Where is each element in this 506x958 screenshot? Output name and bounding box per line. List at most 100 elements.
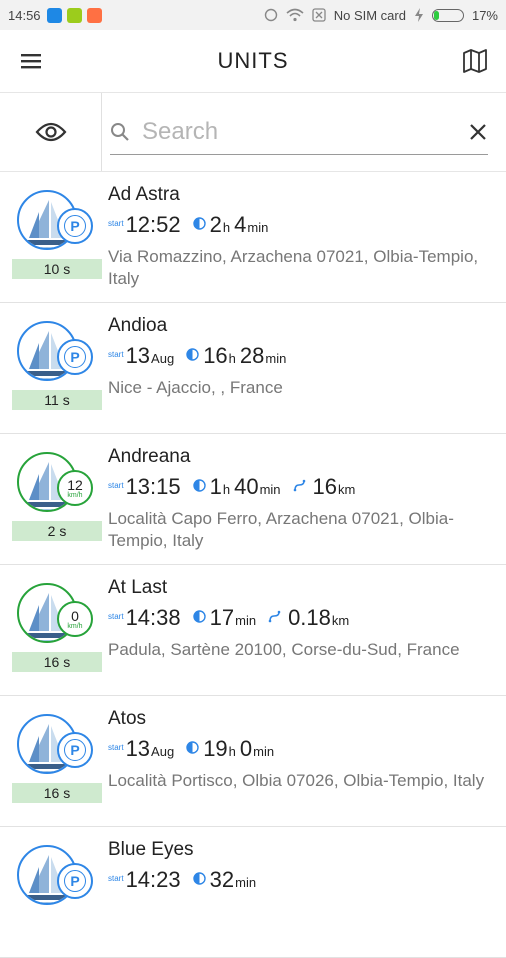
duration-unit: h [222,482,231,497]
unit-metrics: start 13 Aug 19 h 0 min [108,736,496,768]
unit-address: Località Portisco, Olbia 07026, Olbia-Te… [108,771,485,790]
parked-icon: P [64,739,86,761]
parked-icon: P [64,346,86,368]
unit-info: Andioa start 13 Aug 16 h 28 min Nice - Ajaccio… [108,315,496,399]
unit-info: Atos start 13 Aug 19 h 0 min Località Portisco… [108,708,496,792]
visibility-toggle-button[interactable] [0,93,102,171]
duration-value: 0 [239,736,253,761]
unit-info: Andreana start 13:15 1 h 40 min 16 km Località … [108,446,496,552]
status-time: 14:56 [8,7,41,23]
map-icon [463,49,487,73]
clock-icon [192,217,206,230]
unit-metrics: start 12:52 2 h 4 min [108,212,496,244]
start-unit: Aug [151,351,175,366]
start-value: 14:38 [125,605,181,630]
map-button[interactable] [444,30,506,92]
clock-icon [192,610,206,623]
distance-unit: km [331,613,350,628]
unit-name: Andreana [108,446,191,467]
notification-app-icon [86,7,102,23]
speed-value: 12 [67,476,83,493]
unit-name: Andioa [108,315,168,336]
unit-address: Nice - Ajaccio, , France [108,378,283,397]
duration-unit: min [235,613,257,628]
parked-icon: P [64,870,86,892]
unit-list-item[interactable]: 0 km/h 16 s At Last start 14:38 17 min 0.18 km… [0,565,506,696]
unit-list-item[interactable]: P 11 s Andioa start 13 Aug 16 h 28 min Nice - … [0,303,506,434]
unit-name: Blue Eyes [108,839,194,860]
no-sim-icon [312,8,326,22]
unit-address: Padula, Sartène 20100, Corse-du-Sud, Fra… [108,640,460,659]
start-label: start [108,874,124,883]
duration-value: 2 [209,212,222,237]
search-input[interactable] [140,116,468,147]
duration-unit: h [228,351,236,366]
start-value: 13 [125,736,151,761]
duration-unit: h [228,744,236,759]
unit-metrics: start 14:38 17 min 0.18 km [108,605,496,637]
alarm-icon [264,8,277,22]
unit-name: At Last [108,577,168,598]
speed-unit: km/h [67,622,83,630]
duration-value: 16 [203,343,228,368]
route-icon [293,479,305,492]
menu-button[interactable] [0,30,62,92]
close-icon[interactable] [468,122,488,142]
notification-app-icon [46,7,62,23]
clock-icon [192,872,206,885]
clock-icon [186,348,199,361]
distance-value: 16 [312,474,338,499]
status-bar: 14:56 No SIM card 17% [0,0,506,30]
start-value: 14:23 [125,867,181,892]
page-title: UNITS [217,48,289,73]
start-label: start [108,612,124,621]
notification-app-icon [66,7,82,23]
last-update-age: 16 s [12,783,102,803]
duration-value: 32 [209,867,235,892]
unit-state-badge: P [57,339,93,375]
start-value: 13 [125,343,151,368]
unit-address: Località Capo Ferro, Arzachena 07021, Ol… [108,509,454,550]
unit-state-badge: P [57,208,93,244]
unit-name: Atos [108,708,147,729]
unit-metrics: start 13 Aug 16 h 28 min [108,343,496,375]
speed-unit: km/h [67,491,83,499]
unit-list: P 10 s Ad Astra start 12:52 2 h 4 min Via Rom… [0,172,506,958]
last-update-age: 10 s [12,259,102,279]
clock-icon [186,741,199,754]
distance-value: 0.18 [288,605,331,630]
sim-status-text: No SIM card [333,7,406,23]
start-label: start [108,350,124,359]
parked-icon: P [64,215,86,237]
clock-icon [192,479,206,492]
duration-value: 19 [203,736,228,761]
start-value: 12:52 [125,212,181,237]
duration-unit: min [253,744,275,759]
distance-unit: km [338,482,356,497]
unit-list-item[interactable]: P 16 s Atos start 13 Aug 19 h 0 min Località P… [0,696,506,827]
last-update-age: 2 s [12,521,102,541]
unit-state-badge: 0 km/h [57,601,93,637]
search-box [102,93,506,171]
duration-value: 17 [209,605,235,630]
route-icon [268,610,281,623]
app-bar: UNITS [0,30,506,93]
unit-metrics: start 13:15 1 h 40 min 16 km [108,474,496,506]
duration-value: 40 [234,474,259,499]
hamburger-menu-icon [21,54,41,69]
duration-unit: h [222,220,231,235]
unit-list-item[interactable]: 12 km/h 2 s Andreana start 13:15 1 h 40 min 16 k… [0,434,506,565]
eye-icon [35,122,66,142]
duration-unit: min [265,351,287,366]
unit-name: Ad Astra [108,184,180,205]
search-row [0,93,506,172]
unit-info: Blue Eyes start 14:23 32 min [108,839,496,901]
wifi-icon [286,8,304,22]
unit-info: At Last start 14:38 17 min 0.18 km Padula, Sa… [108,577,496,661]
unit-list-item[interactable]: P Blue Eyes start 14:23 32 min [0,827,506,958]
duration-unit: min [247,220,269,235]
speed-value: 0 [71,607,79,624]
start-label: start [108,743,124,752]
duration-unit: min [259,482,281,497]
unit-list-item[interactable]: P 10 s Ad Astra start 12:52 2 h 4 min Via Rom… [0,172,506,303]
